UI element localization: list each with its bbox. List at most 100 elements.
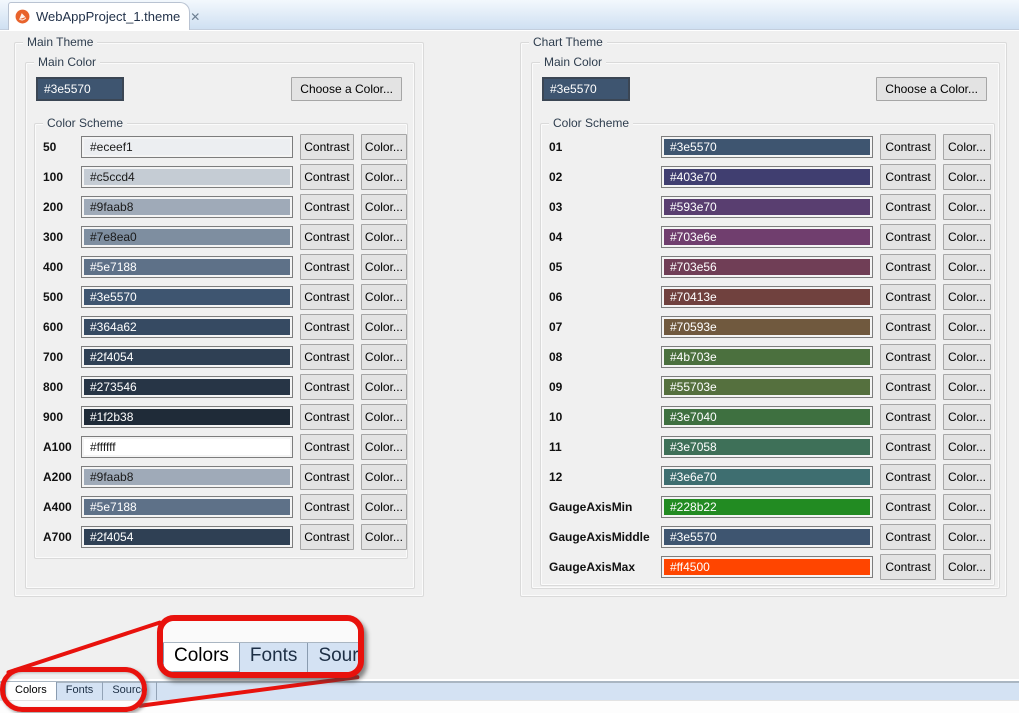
contrast-button[interactable]: Contrast (300, 134, 354, 160)
contrast-button[interactable]: Contrast (300, 284, 354, 310)
color-value-field[interactable]: #273546 (81, 376, 293, 398)
contrast-button[interactable]: Contrast (880, 524, 936, 550)
color-button[interactable]: Color... (943, 314, 991, 340)
color-button[interactable]: Color... (943, 194, 991, 220)
contrast-button[interactable]: Contrast (880, 254, 936, 280)
color-button[interactable]: Color... (361, 464, 407, 490)
bottom-tab-fonts[interactable]: Fonts (57, 682, 104, 702)
contrast-button[interactable]: Contrast (880, 434, 936, 460)
contrast-button[interactable]: Contrast (880, 554, 936, 580)
color-value-field[interactable]: #5e7188 (81, 256, 293, 278)
color-value-field[interactable]: #1f2b38 (81, 406, 293, 428)
color-value-field[interactable]: #70413e (661, 286, 873, 308)
color-value-field[interactable]: #c5ccd4 (81, 166, 293, 188)
contrast-button[interactable]: Contrast (300, 494, 354, 520)
color-value-field[interactable]: #228b22 (661, 496, 873, 518)
contrast-button[interactable]: Contrast (880, 284, 936, 310)
color-button[interactable]: Color... (943, 464, 991, 490)
color-value-field[interactable]: #3e5570 (81, 286, 293, 308)
color-value-field[interactable]: #3e7040 (661, 406, 873, 428)
color-value-field[interactable]: #3e6e70 (661, 466, 873, 488)
contrast-button[interactable]: Contrast (300, 344, 354, 370)
contrast-button[interactable]: Contrast (880, 314, 936, 340)
contrast-button[interactable]: Contrast (880, 464, 936, 490)
contrast-button[interactable]: Contrast (300, 374, 354, 400)
color-button[interactable]: Color... (361, 254, 407, 280)
color-button[interactable]: Color... (361, 494, 407, 520)
color-button[interactable]: Color... (943, 134, 991, 160)
main-color-field[interactable]: #3e5570 (542, 77, 630, 101)
color-value-field[interactable]: #703e6e (661, 226, 873, 248)
contrast-button[interactable]: Contrast (300, 314, 354, 340)
color-value-field[interactable]: #ffffff (81, 436, 293, 458)
color-value-field[interactable]: #55703e (661, 376, 873, 398)
color-value-field[interactable]: #5e7188 (81, 496, 293, 518)
color-value-field[interactable]: #9faab8 (81, 196, 293, 218)
color-value-field[interactable]: #2f4054 (81, 526, 293, 548)
color-value-field[interactable]: #7e8ea0 (81, 226, 293, 248)
color-value-field[interactable]: #703e56 (661, 256, 873, 278)
callout-tab-fonts[interactable]: Fonts (240, 643, 309, 672)
color-button[interactable]: Color... (943, 254, 991, 280)
contrast-button[interactable]: Contrast (880, 494, 936, 520)
color-button[interactable]: Color... (943, 344, 991, 370)
color-button[interactable]: Color... (943, 404, 991, 430)
color-button[interactable]: Color... (943, 284, 991, 310)
contrast-button[interactable]: Contrast (300, 434, 354, 460)
color-button[interactable]: Color... (361, 344, 407, 370)
contrast-button[interactable]: Contrast (300, 404, 354, 430)
color-value-field[interactable]: #4b703e (661, 346, 873, 368)
contrast-button[interactable]: Contrast (880, 224, 936, 250)
color-button[interactable]: Color... (943, 524, 991, 550)
color-value-field[interactable]: #ff4500 (661, 556, 873, 578)
close-icon[interactable]: ✕ (190, 10, 200, 24)
contrast-button[interactable]: Contrast (880, 194, 936, 220)
contrast-button[interactable]: Contrast (300, 254, 354, 280)
color-value-field[interactable]: #3e5570 (661, 136, 873, 158)
editor-tab[interactable]: WebAppProject_1.theme ✕ (8, 2, 190, 30)
color-button[interactable]: Color... (361, 164, 407, 190)
color-value-field[interactable]: #3e7058 (661, 436, 873, 458)
bottom-tab-source[interactable]: Source (103, 682, 157, 702)
color-value-field[interactable]: #593e70 (661, 196, 873, 218)
color-button[interactable]: Color... (361, 194, 407, 220)
contrast-button[interactable]: Contrast (300, 524, 354, 550)
color-button[interactable]: Color... (361, 524, 407, 550)
choose-color-button[interactable]: Choose a Color... (876, 77, 987, 101)
color-button[interactable]: Color... (361, 404, 407, 430)
contrast-button[interactable]: Contrast (880, 164, 936, 190)
color-button[interactable]: Color... (361, 224, 407, 250)
color-button[interactable]: Color... (361, 374, 407, 400)
color-value-field[interactable]: #364a62 (81, 316, 293, 338)
bottom-tab-colors[interactable]: Colors (5, 682, 57, 702)
contrast-button[interactable]: Contrast (300, 224, 354, 250)
contrast-button[interactable]: Contrast (880, 404, 936, 430)
contrast-button[interactable]: Contrast (300, 194, 354, 220)
callout-tab-colors[interactable]: Colors (163, 643, 240, 672)
color-value-field[interactable]: #403e70 (661, 166, 873, 188)
color-value-field[interactable]: #9faab8 (81, 466, 293, 488)
choose-color-button[interactable]: Choose a Color... (291, 77, 402, 101)
main-color-field[interactable]: #3e5570 (36, 77, 124, 101)
color-button[interactable]: Color... (943, 434, 991, 460)
color-button[interactable]: Color... (943, 494, 991, 520)
color-value-field[interactable]: #2f4054 (81, 346, 293, 368)
contrast-button[interactable]: Contrast (300, 464, 354, 490)
color-value-field[interactable]: #3e5570 (661, 526, 873, 548)
color-button[interactable]: Color... (361, 284, 407, 310)
color-button[interactable]: Color... (361, 134, 407, 160)
color-button[interactable]: Color... (361, 434, 407, 460)
contrast-button[interactable]: Contrast (880, 134, 936, 160)
color-button[interactable]: Color... (943, 554, 991, 580)
color-value-field[interactable]: #eceef1 (81, 136, 293, 158)
color-button[interactable]: Color... (361, 314, 407, 340)
color-button[interactable]: Color... (943, 224, 991, 250)
color-button[interactable]: Color... (943, 374, 991, 400)
callout-tab-source[interactable]: Source (308, 643, 364, 672)
color-button[interactable]: Color... (943, 164, 991, 190)
contrast-button[interactable]: Contrast (880, 374, 936, 400)
color-value-field[interactable]: #70593e (661, 316, 873, 338)
contrast-button[interactable]: Contrast (300, 164, 354, 190)
contrast-button[interactable]: Contrast (880, 344, 936, 370)
scheme-row: 05#703e56ContrastColor... (541, 252, 994, 282)
